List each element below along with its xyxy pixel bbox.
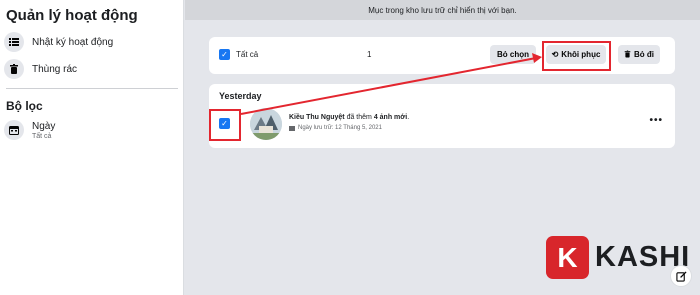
sidebar-item-activity-log[interactable]: Nhật ký hoạt động — [4, 29, 176, 55]
info-banner-text: Mục trong kho lưu trữ chỉ hiển thị với b… — [368, 5, 517, 15]
select-all-label: Tất cả — [236, 50, 259, 59]
selected-count: 1 — [367, 50, 372, 59]
avatar — [250, 108, 282, 140]
date-group-label: Yesterday — [219, 91, 262, 101]
edit-icon[interactable] — [670, 265, 692, 287]
sidebar-item-label: Nhật ký hoạt động — [32, 36, 114, 48]
filter-title: Bộ lọc — [6, 99, 43, 113]
trash-icon — [624, 50, 631, 60]
entry-meta: Ngày lưu trữ: 12 Tháng 5, 2021 — [289, 125, 409, 131]
activity-entry[interactable]: Kiều Thu Nguyệt đã thêm 4 ảnh mới. Ngày … — [289, 114, 409, 131]
filter-date[interactable]: Ngày Tất cả — [4, 120, 55, 140]
brand-logo: K — [546, 236, 589, 279]
entry-suffix: . — [407, 114, 410, 121]
sidebar-item-trash[interactable]: Thùng rác — [4, 56, 176, 82]
highlight-restore — [542, 41, 611, 71]
trash-icon — [4, 59, 24, 79]
divider — [6, 88, 178, 89]
select-all-toggle[interactable]: ✓ Tất cả — [219, 49, 258, 60]
info-banner: Mục trong kho lưu trữ chỉ hiển thị với b… — [185, 0, 700, 20]
entry-author[interactable]: Kiều Thu Nguyệt — [289, 114, 345, 121]
archive-icon — [289, 125, 295, 131]
delete-button[interactable]: Bỏ đi — [618, 45, 660, 64]
archive-date: Ngày lưu trữ: 12 Tháng 5, 2021 — [298, 125, 382, 131]
calendar-icon — [4, 120, 24, 140]
deselect-button-label: Bỏ chọn — [497, 50, 529, 59]
list-icon — [4, 32, 24, 52]
filter-value: Tất cả — [32, 132, 52, 140]
entry-action: đã thêm — [344, 114, 374, 121]
select-all-checkbox[interactable]: ✓ — [219, 49, 230, 60]
filter-label: Ngày — [32, 120, 56, 132]
more-options-icon[interactable]: ••• — [649, 115, 663, 126]
sidebar-item-label: Thùng rác — [32, 63, 78, 75]
delete-button-label: Bỏ đi — [634, 50, 654, 59]
entry-object[interactable]: 4 ảnh mới — [374, 114, 407, 121]
archive-feed: Yesterday ✓ Kiều Thu Nguyệt đã thêm 4 ản… — [209, 84, 675, 148]
highlight-checkbox — [209, 109, 241, 141]
sidebar: Quản lý hoạt động Nhật ký hoạt động Thùn… — [0, 0, 184, 295]
deselect-button[interactable]: Bỏ chọn — [490, 45, 536, 64]
entry-text: Kiều Thu Nguyệt đã thêm 4 ảnh mới. — [289, 114, 409, 121]
sidebar-title: Quản lý hoạt động — [6, 7, 138, 24]
